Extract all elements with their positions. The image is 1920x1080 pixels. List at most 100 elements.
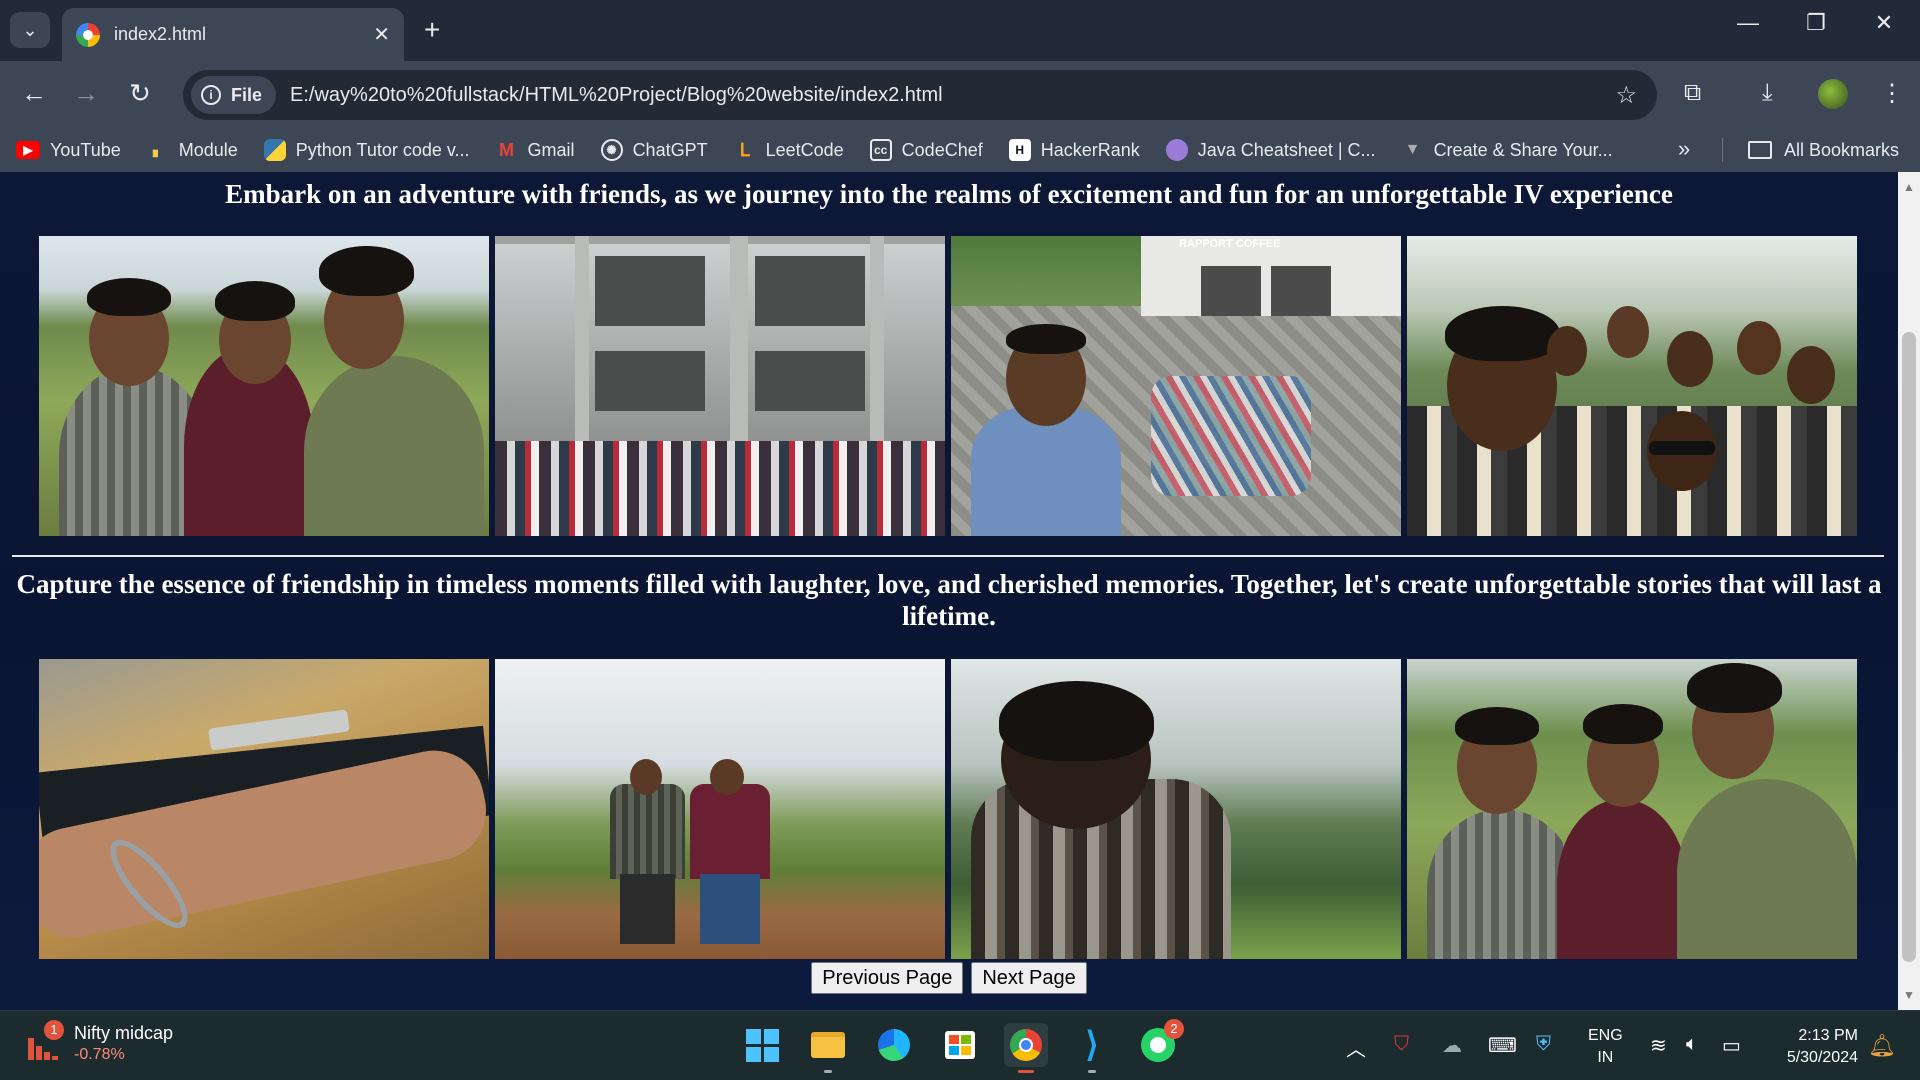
next-page-button[interactable]: Next Page (971, 962, 1087, 994)
clock-time: 2:13 PM (1798, 1027, 1858, 1044)
tab-search-button[interactable]: ⌄ (10, 12, 50, 48)
forward-button[interactable]: → (68, 79, 104, 107)
more-bookmarks-chevron-icon[interactable]: » (1678, 136, 1690, 162)
all-bookmarks-label: All Bookmarks (1784, 139, 1900, 160)
site-info-chip[interactable]: i File (191, 76, 277, 114)
bookmark-gmail[interactable]: M Gmail (496, 139, 575, 161)
battery-icon[interactable]: ▭ (1722, 1033, 1741, 1058)
bookmark-label: Module (178, 139, 238, 160)
reload-button[interactable]: ↻ (122, 79, 158, 107)
bookmark-codechef[interactable]: cc CodeChef (869, 139, 983, 161)
volume-icon[interactable]: 🔈︎ (1686, 1033, 1698, 1056)
stock-chart-icon: 1 (26, 1019, 64, 1062)
bookmark-python-tutor[interactable]: Python Tutor code v... (263, 139, 470, 161)
python-icon (263, 139, 286, 161)
clock-date: 5/30/2024 (1786, 1049, 1858, 1066)
widget-value: -0.78% (74, 1046, 125, 1063)
active-indicator (1018, 1070, 1034, 1073)
java-cheatsheet-icon (1165, 139, 1188, 161)
info-icon: i (201, 85, 221, 105)
page-viewport: Embark on an adventure with friends, as … (0, 172, 1898, 1010)
mcafee-shield-icon[interactable]: ⛉ (1394, 1033, 1409, 1056)
running-indicator (1088, 1070, 1096, 1073)
system-clock[interactable]: 2:13 PM 5/30/2024 (1772, 1025, 1858, 1069)
scroll-down-arrow-icon[interactable]: ▼ (1898, 988, 1920, 1002)
bookmarks-divider (1722, 138, 1723, 162)
windows-taskbar: 1 Nifty midcap -0.78% ⟩ 2 ︿ ⛉ ☁ ⌨ ⛨ ENG … (0, 1010, 1920, 1080)
bookmark-java-cheatsheet[interactable]: Java Cheatsheet | C... (1165, 139, 1376, 161)
running-indicator (824, 1070, 832, 1073)
input-indicator-icon[interactable]: ⌨ (1488, 1033, 1517, 1058)
tray-overflow-chevron-icon[interactable]: ︿ (1346, 1033, 1366, 1062)
scroll-thumb[interactable] (1902, 332, 1916, 962)
bookmark-youtube[interactable]: ▶ YouTube (16, 140, 121, 161)
previous-page-button[interactable]: Previous Page (811, 962, 964, 994)
bookmark-label: YouTube (50, 139, 121, 160)
bookmark-module[interactable]: ▖ Module (147, 139, 238, 161)
security-shield-icon[interactable]: ⛨ (1536, 1033, 1551, 1056)
whatsapp-badge: 2 (1164, 1019, 1184, 1039)
section-divider (12, 555, 1884, 557)
all-bookmarks-button[interactable]: All Bookmarks (1748, 128, 1899, 172)
download-icon[interactable]: ⤓ (1762, 79, 1773, 107)
new-tab-button[interactable]: + (424, 14, 440, 46)
vscode-taskbar-button[interactable]: ⟩ (1070, 1023, 1114, 1073)
restore-button[interactable]: ❐ (1786, 10, 1846, 36)
bookmark-create-share[interactable]: ▼ Create & Share Your... (1402, 139, 1613, 161)
chevron-down-icon: ⌄ (22, 19, 38, 40)
whatsapp-taskbar-button[interactable]: 2 (1136, 1019, 1184, 1067)
bookmark-chatgpt[interactable]: ✺ ChatGPT (600, 139, 708, 161)
vscode-icon: ⟩ (1085, 1026, 1099, 1064)
bookmark-label: Python Tutor code v... (295, 139, 470, 160)
photo-two-friends-standing (495, 659, 945, 959)
edge-taskbar-button[interactable] (872, 1023, 916, 1067)
bookmark-label: ChatGPT (632, 139, 708, 160)
pagination: Previous Page Next Page (0, 962, 1898, 994)
wifi-icon[interactable]: ≋ (1650, 1033, 1667, 1058)
file-explorer-taskbar-button[interactable] (806, 1023, 850, 1073)
region-code: IN (1597, 1049, 1614, 1066)
youtube-icon: ▶ (16, 141, 40, 159)
bookmark-leetcode[interactable]: ᒪ LeetCode (734, 139, 844, 161)
menu-icon[interactable]: ⋮ (1880, 79, 1904, 108)
bookmark-label: HackerRank (1040, 139, 1140, 160)
bookmark-label: Create & Share Your... (1433, 139, 1613, 160)
scroll-up-arrow-icon[interactable]: ▲ (1898, 180, 1920, 194)
module-icon: ▖ (153, 143, 163, 157)
photo-hand-bracelet (39, 659, 489, 959)
store-taskbar-button[interactable] (938, 1023, 982, 1067)
hackerrank-icon: H (1008, 139, 1031, 161)
bookmark-star-icon[interactable]: ☆ (1615, 81, 1637, 110)
edge-icon (878, 1029, 910, 1061)
address-bar[interactable]: i File E:/way%20to%20fullstack/HTML%20Pr… (183, 70, 1657, 120)
onedrive-cloud-icon[interactable]: ☁ (1442, 1033, 1462, 1058)
start-button[interactable] (740, 1023, 784, 1067)
browser-toolbar: ← → ↻ i File E:/way%20to%20fullstack/HTM… (0, 61, 1920, 128)
language-code: ENG (1588, 1027, 1623, 1044)
minimize-button[interactable]: — (1718, 10, 1778, 36)
folder-icon (1748, 141, 1772, 159)
photo-valley-view (951, 659, 1401, 959)
language-indicator[interactable]: ENG IN (1588, 1025, 1623, 1069)
stock-widget[interactable]: 1 Nifty midcap -0.78% (26, 1019, 173, 1064)
chrome-taskbar-button[interactable] (1004, 1023, 1048, 1073)
notification-bell-icon[interactable]: 🔔︎ (1868, 1033, 1896, 1059)
photo-building-group (495, 236, 945, 536)
codechef-icon: cc (869, 139, 892, 161)
url-text[interactable]: E:/way%20to%20fullstack/HTML%20Project/B… (290, 84, 1615, 107)
tab-title: index2.html (114, 24, 207, 44)
bookmarks-bar: ▶ YouTube ▖ Module Python Tutor code v... … (0, 128, 1920, 172)
profile-avatar[interactable] (1818, 79, 1848, 109)
folder-icon (811, 1032, 845, 1058)
back-button[interactable]: ← (16, 79, 52, 107)
tab-close-icon[interactable]: ✕ (373, 22, 390, 47)
extensions-icon[interactable]: ⧉ (1684, 79, 1701, 107)
bookmark-hackerrank[interactable]: H HackerRank (1008, 139, 1140, 161)
tab-active[interactable]: index2.html ✕ (62, 8, 404, 61)
close-window-button[interactable]: ✕ (1854, 10, 1914, 36)
chatgpt-icon: ✺ (600, 139, 623, 161)
page-scrollbar[interactable]: ▲ ▼ (1898, 172, 1920, 1010)
photo-cobblestone-selfie: RAPPORT COFFEE (951, 236, 1401, 536)
windows-logo-icon (745, 1028, 779, 1062)
heading-friendship: Capture the essence of friendship in tim… (16, 569, 1882, 631)
